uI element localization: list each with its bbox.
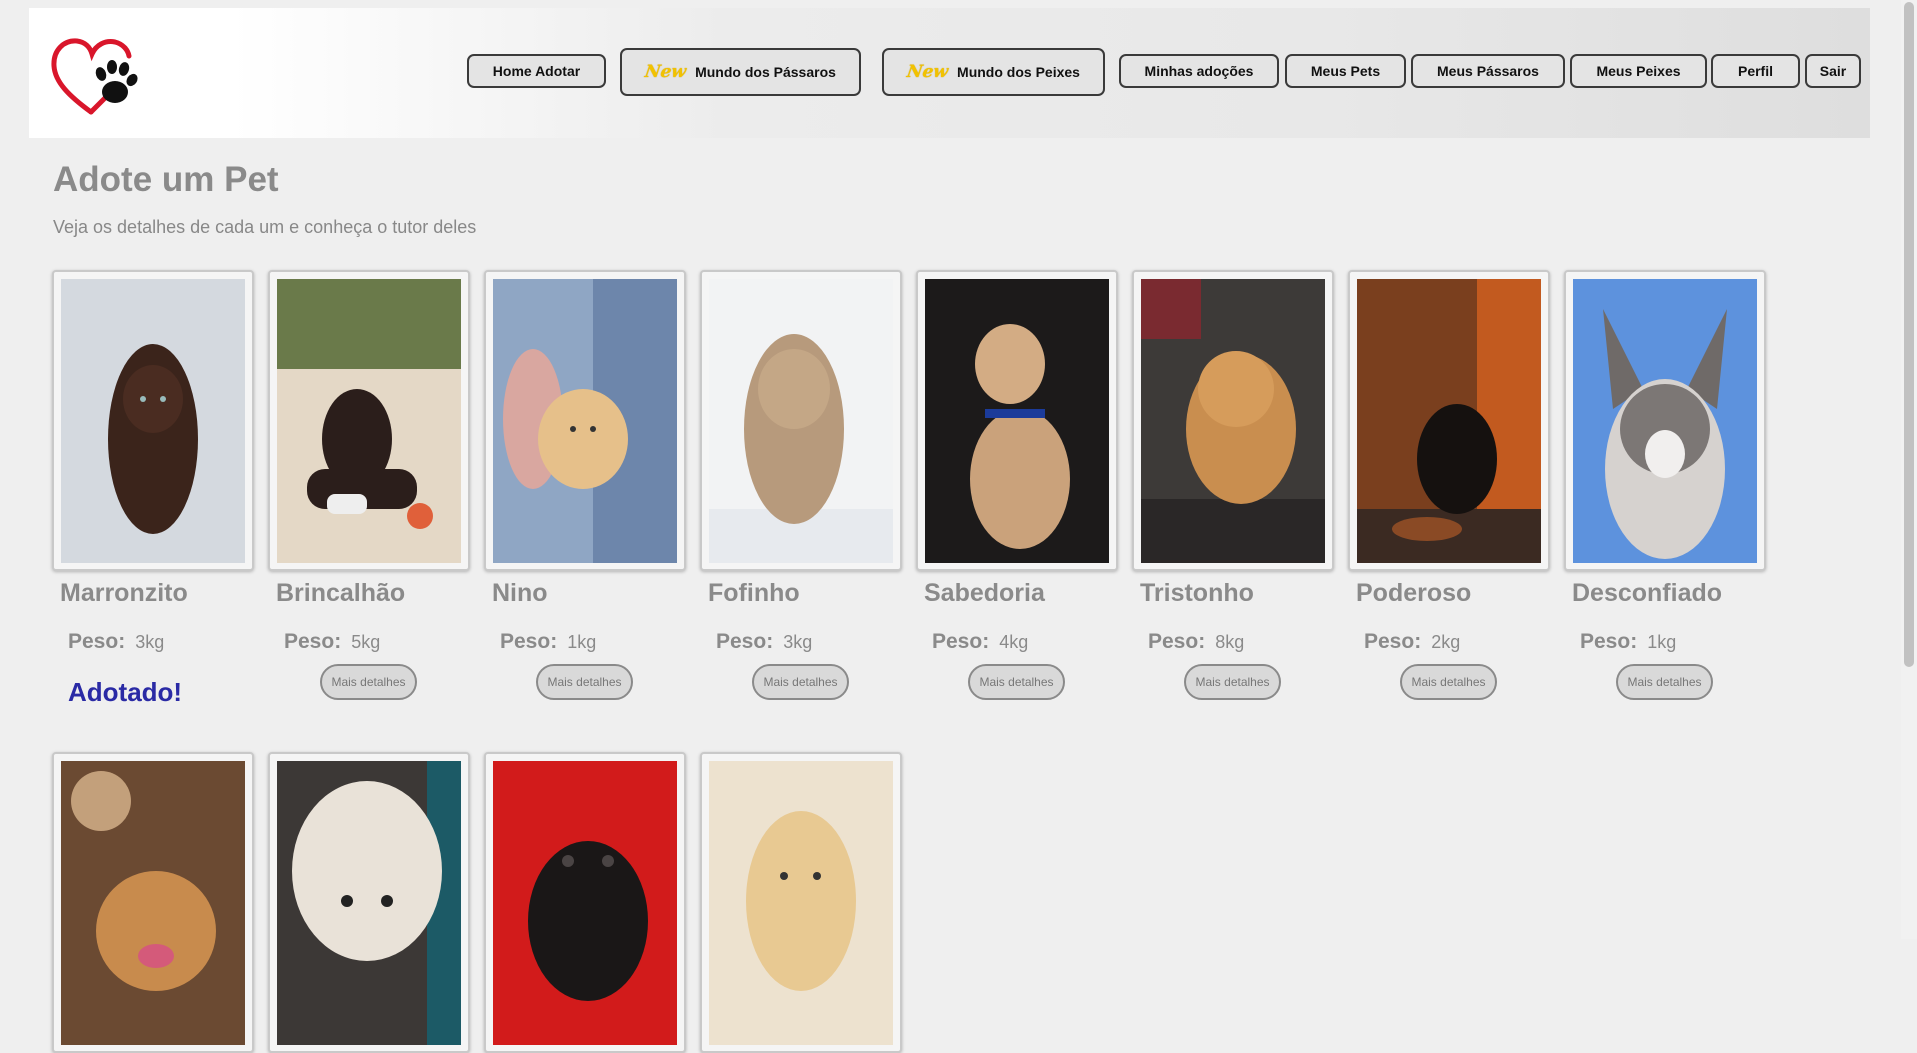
peso-value: 8kg [1215,632,1245,652]
pet-weight: Peso: 5kg [284,630,380,654]
details-button[interactable]: Mais detalhes [1400,664,1497,700]
pet-name: Desconfiado [1572,579,1723,607]
pet-weight: Peso: 1kg [500,630,596,654]
pet-photo [277,279,461,563]
pet-photo [1357,279,1541,563]
peso-label: Peso: [716,630,774,653]
pet-photo [61,279,245,563]
pet-photo [709,761,893,1045]
peso-label: Peso: [500,630,558,653]
pet-card-fofinho[interactable] [700,270,902,571]
pet-name: Fofinho [708,579,800,607]
pet-card[interactable] [52,752,254,1053]
nav-label: Mundo dos Peixes [957,64,1080,80]
nav-minhas-adocoes-button[interactable]: Minhas adoções [1119,54,1279,88]
pet-card-tristonho[interactable] [1132,270,1334,571]
scrollbar-thumb[interactable] [1904,2,1914,667]
pet-card-nino[interactable] [484,270,686,571]
pet-card-marronzito[interactable] [52,270,254,571]
peso-value: 2kg [1431,632,1461,652]
pet-weight: Peso: 1kg [1580,630,1676,654]
pet-name: Brincalhão [276,579,406,607]
pet-weight: Peso: 4kg [932,630,1028,654]
peso-label: Peso: [284,630,342,653]
pet-photo [61,761,245,1045]
pet-card-sabedoria[interactable] [916,270,1118,571]
peso-value: 5kg [351,632,381,652]
peso-label: Peso: [1580,630,1638,653]
details-button[interactable]: Mais detalhes [1616,664,1713,700]
nav-sair-button[interactable]: Sair [1805,54,1861,88]
pet-weight: Peso: 3kg [716,630,812,654]
adopted-status: Adotado! [68,677,183,707]
nav-mundo-passaros-button[interactable]: New Mundo dos Pássaros [620,48,861,96]
nav-meus-pets-button[interactable]: Meus Pets [1285,54,1406,88]
nav-perfil-button[interactable]: Perfil [1711,54,1800,88]
nav-label: Minhas adoções [1144,63,1254,79]
details-button[interactable]: Mais detalhes [752,664,849,700]
nav-mundo-peixes-button[interactable]: New Mundo dos Peixes [882,48,1105,96]
heart-paw-logo-icon[interactable] [51,32,143,116]
pet-photo [925,279,1109,563]
nav-label: Meus Peixes [1596,63,1681,79]
nav-label: Meus Pets [1310,63,1381,79]
page-title: Adote um Pet [53,160,279,199]
peso-value: 1kg [567,632,597,652]
pet-name: Tristonho [1140,579,1254,607]
nav-meus-peixes-button[interactable]: Meus Peixes [1570,54,1707,88]
top-navbar: Home Adotar New Mundo dos Pássaros New M… [29,8,1870,138]
pet-photo [709,279,893,563]
new-badge: New [905,62,950,82]
pet-weight: Peso: 3kg [68,630,164,654]
nav-label: Sair [1819,63,1847,79]
pet-card-desconfiado[interactable] [1564,270,1766,571]
pet-card-poderoso[interactable] [1348,270,1550,571]
nav-label: Home Adotar [492,63,581,79]
pet-weight: Peso: 2kg [1364,630,1460,654]
new-badge: New [643,62,688,82]
page-subtitle: Veja os detalhes de cada um e conheça o … [53,217,477,237]
pet-photo [1573,279,1757,563]
details-button[interactable]: Mais detalhes [968,664,1065,700]
peso-label: Peso: [1364,630,1422,653]
pet-name: Sabedoria [924,579,1045,607]
nav-label: Perfil [1737,63,1773,79]
pet-photo [493,279,677,563]
peso-value: 4kg [999,632,1029,652]
nav-label: Mundo dos Pássaros [695,64,836,80]
pet-card[interactable] [268,752,470,1053]
peso-label: Peso: [1148,630,1206,653]
pet-weight: Peso: 8kg [1148,630,1244,654]
peso-value: 3kg [783,632,813,652]
pet-card[interactable] [484,752,686,1053]
peso-label: Peso: [68,630,126,653]
pet-name: Marronzito [60,579,188,607]
pet-photo [1141,279,1325,563]
nav-home-adotar-button[interactable]: Home Adotar [467,54,606,88]
nav-meus-passaros-button[interactable]: Meus Pássaros [1411,54,1565,88]
peso-value: 3kg [135,632,165,652]
pet-name: Nino [492,579,548,607]
pet-name: Poderoso [1356,579,1472,607]
pet-card-brincalhao[interactable] [268,270,470,571]
pet-photo [277,761,461,1045]
peso-value: 1kg [1647,632,1677,652]
details-button[interactable]: Mais detalhes [320,664,417,700]
nav-label: Meus Pássaros [1437,63,1539,79]
details-button[interactable]: Mais detalhes [536,664,633,700]
peso-label: Peso: [932,630,990,653]
pet-photo [493,761,677,1045]
pet-card[interactable] [700,752,902,1053]
details-button[interactable]: Mais detalhes [1184,664,1281,700]
